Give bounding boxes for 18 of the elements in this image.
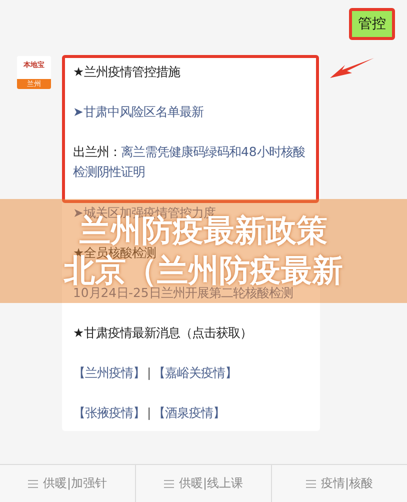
region-link[interactable]: 【兰州疫情】 [73, 365, 145, 380]
article-link[interactable]: 出兰州：离兰需凭健康码绿码和48小时核酸检测阴性证明 [73, 142, 308, 182]
menu-tab[interactable]: 供暖|线上课 [136, 465, 272, 502]
section-heading: ★甘肃疫情最新消息（点击获取） [73, 324, 254, 342]
menu-icon [28, 480, 38, 488]
separator-text: | [147, 405, 152, 420]
menu-tab[interactable]: 疫情|核酸 [272, 465, 407, 502]
menu-icon [164, 480, 174, 488]
section-heading: ★兰州疫情管控措施 [73, 63, 182, 81]
menu-icon [306, 480, 316, 488]
region-link[interactable]: 【张掖疫情】 [73, 405, 145, 420]
region-link[interactable]: 【酒泉疫情】 [153, 405, 226, 420]
article-link[interactable]: ➤甘肃中风险区名单最新 [73, 102, 308, 122]
region-link[interactable]: 【嘉峪关疫情】 [153, 365, 238, 380]
separator-text: | [147, 365, 152, 380]
menu-tab[interactable]: 供暖|加强针 [0, 465, 136, 502]
arrow-icon [328, 56, 374, 80]
reply-bubble: 管控 [349, 8, 395, 40]
